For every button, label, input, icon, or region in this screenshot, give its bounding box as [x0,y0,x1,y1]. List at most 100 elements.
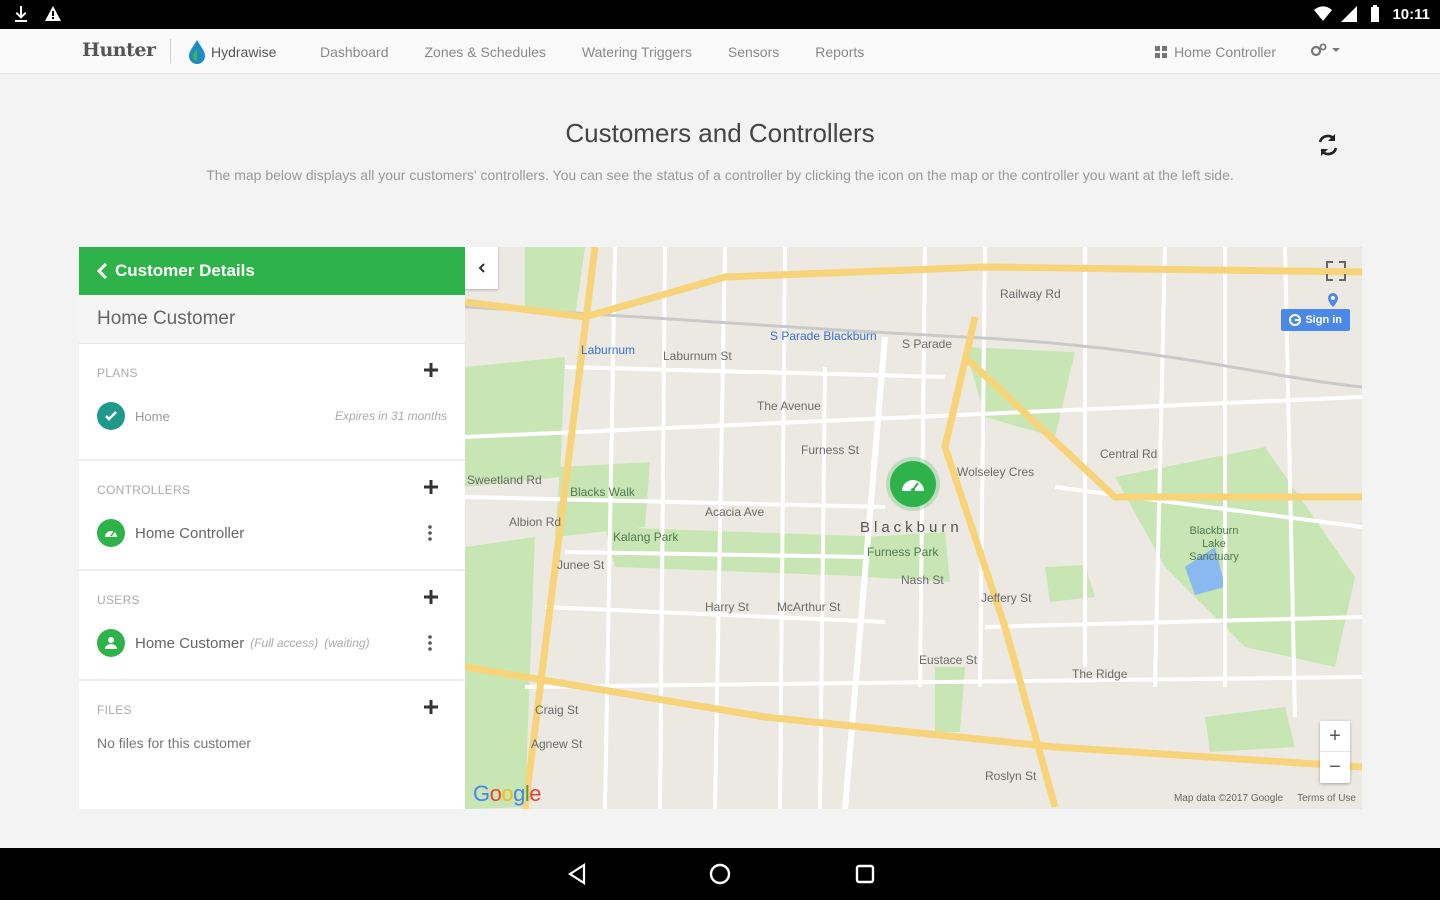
zoom-controls: + − [1320,721,1350,783]
android-nav-bar [0,848,1440,900]
plans-title: PLANS [97,366,138,380]
map-label-wolseley: Wolseley Cres [957,465,1035,479]
app-navbar: Hunter Hydrawise Dashboard Zones & Sched… [0,29,1440,74]
map-label-blacks-walk: Blacks Walk [570,485,635,499]
user-name: Home Customer [135,634,245,652]
fullscreen-icon[interactable] [1324,259,1348,283]
map-attribution: Map data ©2017 Google Terms of Use [1174,793,1356,804]
add-file-icon[interactable] [421,697,441,717]
map-label-central-rd: Central Rd [1100,447,1158,461]
hunter-logo[interactable]: Hunter [82,39,156,61]
map-label-blackburn-station: S Parade Blackburn [770,329,877,343]
controller-row[interactable]: Home Controller [97,519,447,547]
user-status: (waiting) [324,636,370,650]
users-section: USERS Home Customer (Full access) (waiti… [79,571,465,681]
terms-link[interactable]: Terms of Use [1297,793,1356,804]
clock: 10:11 [1392,5,1430,23]
nav-watering-triggers[interactable]: Watering Triggers [582,44,692,60]
map-label-roslyn: Roslyn St [985,769,1037,783]
map-label-albion: Albion Rd [509,515,562,529]
plans-section: PLANS Home Expires in 31 months [79,344,465,461]
map-label-the-ridge: The Ridge [1072,667,1128,681]
files-title: FILES [97,703,132,717]
map-label-junee: Junee St [557,558,605,572]
map-label-laburnum-station: Laburnum [581,343,636,357]
customer-name: Home Customer [79,295,465,344]
page-title: Customers and Controllers [565,118,875,148]
map-label-furness-park: Furness Park [867,545,939,559]
map-label-railway: Railway Rd [1000,287,1061,301]
caret-left-icon [478,263,485,273]
back-triangle-icon[interactable] [565,862,589,886]
map-label-the-avenue: The Avenue [757,399,821,413]
hydrawise-logo[interactable]: Hydrawise [186,39,276,65]
main-nav: Dashboard Zones & Schedules Watering Tri… [320,29,864,74]
customer-map[interactable]: Blackburn Laburnum Laburnum St S Parade … [465,247,1362,809]
gauge-icon [902,480,924,492]
map-label-laburnum-st: Laburnum St [663,349,732,363]
users-title: USERS [97,593,140,607]
map-data-credit: Map data ©2017 Google [1173,793,1284,804]
controllers-section: CONTROLLERS Home Controller [79,461,465,571]
user-access: (Full access) [250,636,319,650]
plan-check-icon [97,402,125,430]
nav-sensors[interactable]: Sensors [728,44,779,60]
caret-down-icon [1332,48,1340,52]
add-user-icon[interactable] [421,587,441,607]
grid-icon [1155,45,1168,58]
controller-selector[interactable]: Home Controller [1154,29,1276,74]
controller-more-icon[interactable] [425,523,435,543]
files-empty-message: No files for this customer [97,735,252,751]
sign-in-button[interactable]: Sign in [1281,309,1350,331]
map-label-sweetland: Sweetland Rd [467,473,542,487]
nav-zones-schedules[interactable]: Zones & Schedules [425,44,546,60]
google-logo: Google [473,781,542,806]
page-description: The map below displays all your customer… [206,167,1234,183]
plan-row[interactable]: Home Expires in 31 months [97,402,447,430]
map-label-acacia: Acacia Ave [705,505,765,519]
customer-details-panel: Customer Details Home Customer PLANS Hom… [79,247,465,809]
plan-expiry: Expires in 31 months [334,409,447,423]
nav-reports[interactable]: Reports [815,44,864,60]
add-controller-icon[interactable] [421,477,441,497]
map-label-jeffery: Jeffery St [981,591,1032,605]
nav-dashboard[interactable]: Dashboard [320,44,389,60]
map-label-furness: Furness St [801,443,860,457]
home-circle-icon[interactable] [708,862,732,886]
map-label-mcarthur: McArthur St [777,600,841,614]
back-to-customers-button[interactable]: Customer Details [79,247,465,295]
map-label-kalang-park: Kalang Park [613,530,679,544]
controller-map-marker[interactable] [890,461,936,507]
map-label-eustace: Eustace St [919,653,978,667]
user-icon [97,629,125,657]
map-label-harry: Harry St [705,600,750,614]
settings-menu[interactable] [1310,42,1340,58]
hydrawise-wordmark: Hydrawise [211,44,277,60]
refresh-icon[interactable] [1313,130,1343,160]
android-status-bar: 10:11 [0,0,1440,29]
wifi-icon [1314,6,1333,21]
signal-icon [1341,6,1358,22]
recents-square-icon[interactable] [853,862,877,886]
water-drop-icon [189,40,205,64]
zoom-out-button[interactable]: − [1320,752,1350,783]
sign-in-label: Sign in [1305,314,1342,326]
map-label-craig: Craig St [535,703,579,717]
map-label-lake-sanctuary: Blackburn Lake Sanctuary [1189,525,1239,563]
warning-icon [45,6,61,21]
map-label-agnew: Agnew St [531,737,583,751]
google-g-icon [1289,314,1302,326]
brand-divider [170,39,171,63]
controller-selector-label: Home Controller [1174,43,1276,60]
map-label-s-parade: S Parade [902,337,953,351]
zoom-in-button[interactable]: + [1320,721,1350,752]
user-more-icon[interactable] [425,633,435,653]
add-plan-icon[interactable] [421,360,441,380]
panel-title: Customer Details [115,261,255,280]
battery-icon [1371,5,1380,22]
plan-name: Home [135,408,170,424]
download-icon [15,6,27,22]
user-row[interactable]: Home Customer (Full access) (waiting) [97,629,447,657]
map-sidebar-toggle[interactable] [465,247,498,289]
chevron-left-icon [97,263,108,279]
